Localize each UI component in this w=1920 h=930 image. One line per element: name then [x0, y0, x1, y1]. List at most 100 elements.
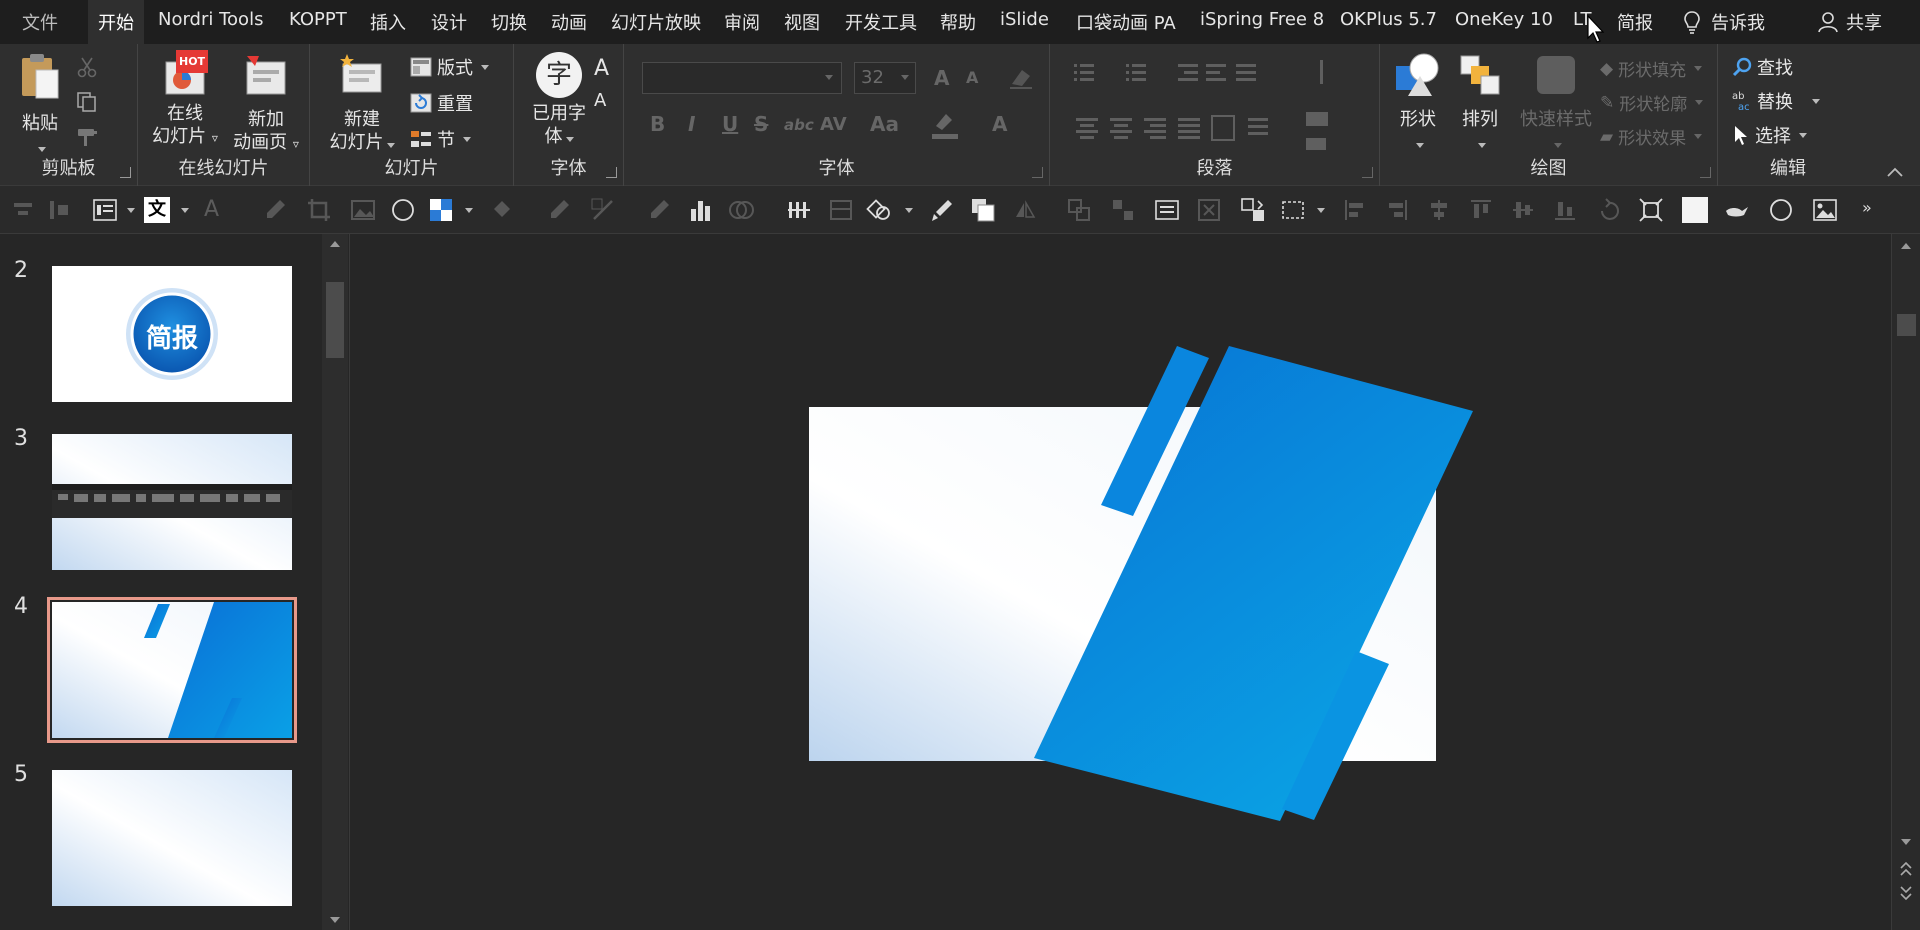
selection-pane-tool-icon[interactable]	[1280, 197, 1306, 223]
eyedropper-tool-icon[interactable]	[262, 197, 288, 223]
scroll-up-arrow-icon[interactable]	[329, 240, 341, 248]
slide-editing-canvas[interactable]	[351, 234, 1891, 930]
current-slide[interactable]	[351, 234, 1891, 930]
thumbnail-scroll-thumb[interactable]	[326, 282, 344, 358]
shape-outline-button[interactable]: ✎ 形状轮廓	[1600, 90, 1704, 115]
tab-animations[interactable]: 动画	[551, 9, 587, 35]
replace-picture-tool-icon[interactable]	[1240, 197, 1266, 223]
distribute-tool-icon[interactable]	[46, 197, 72, 223]
previous-slide-icon[interactable]	[1900, 862, 1912, 876]
flip-tool-icon[interactable]	[1012, 197, 1038, 223]
color-fill-dropdown-icon[interactable]	[465, 208, 473, 213]
canvas-scrollbar[interactable]	[1891, 234, 1920, 930]
align-middle-tool-icon[interactable]	[1510, 197, 1536, 223]
align-bottom-tool-icon[interactable]	[1552, 197, 1578, 223]
thumbnail-scrollbar[interactable]	[322, 234, 348, 930]
fit-to-slide-tool-icon[interactable]	[1638, 197, 1664, 223]
chart-tool-icon[interactable]	[688, 197, 714, 223]
white-fill-tool-icon[interactable]	[1682, 197, 1708, 223]
canvas-scroll-thumb[interactable]	[1897, 314, 1916, 336]
highlight-icon[interactable]	[930, 110, 960, 140]
tell-me-search[interactable]: 告诉我	[1683, 9, 1765, 35]
align-center-tool-icon[interactable]	[1426, 197, 1452, 223]
copy-icon[interactable]	[76, 91, 98, 113]
used-fonts-button[interactable]: 字 已用字 体	[524, 52, 594, 148]
clear-format-icon[interactable]	[1008, 66, 1034, 90]
replace-button[interactable]: ab ac 替换	[1732, 88, 1820, 114]
chinese-text-dropdown-icon[interactable]	[181, 208, 189, 213]
insert-picture-tool-icon[interactable]	[1812, 197, 1838, 223]
tab-developer[interactable]: 开发工具	[845, 9, 917, 35]
grow-font-icon[interactable]: A	[594, 56, 609, 81]
tab-file[interactable]: 文件	[22, 9, 58, 35]
shape-fill-button[interactable]: ◆ 形状填充	[1600, 56, 1703, 81]
oval-tool-icon[interactable]	[390, 197, 416, 223]
tab-view[interactable]: 视图	[784, 9, 820, 35]
slide-thumbnail-5[interactable]	[52, 770, 292, 906]
format-painter-icon[interactable]	[76, 126, 100, 148]
textbox-tool-icon[interactable]	[92, 197, 118, 223]
pen-tool-icon[interactable]	[546, 197, 572, 223]
tab-design[interactable]: 设计	[431, 9, 467, 35]
chinese-text-tool-icon[interactable]: 文	[144, 197, 170, 223]
next-slide-icon[interactable]	[1900, 886, 1912, 900]
paste-button[interactable]: 粘贴	[12, 52, 68, 158]
rotate-tool-icon[interactable]	[1596, 197, 1622, 223]
reset-button[interactable]: 重置	[410, 90, 473, 116]
group-tool-icon[interactable]	[1066, 197, 1092, 223]
change-case-icon[interactable]: Aa	[870, 112, 899, 136]
tab-islide[interactable]: iSlide	[1000, 9, 1049, 30]
shapes-button[interactable]: 形状	[1388, 52, 1448, 154]
paragraph-tools-icon[interactable]	[1066, 58, 1366, 158]
bold-icon[interactable]: B	[650, 112, 665, 136]
color-fill-tool-icon[interactable]	[428, 197, 454, 223]
tab-transitions[interactable]: 切换	[491, 9, 527, 35]
paint-bucket-tool-icon[interactable]	[490, 197, 516, 223]
slide-thumbnail-3[interactable]	[52, 434, 292, 570]
collapse-ribbon-icon[interactable]	[1886, 166, 1904, 178]
tab-koppt[interactable]: KOPPT	[289, 9, 347, 30]
circle-tool-icon[interactable]	[1768, 197, 1794, 223]
used-fonts-launcher-icon[interactable]	[606, 167, 617, 178]
canvas-scroll-up-icon[interactable]	[1900, 242, 1912, 250]
wordart-tool-icon[interactable]: A	[204, 197, 230, 223]
selection-pane-dropdown-icon[interactable]	[1317, 208, 1325, 213]
crop-tool-icon[interactable]	[306, 197, 332, 223]
shrink-font-dim-icon[interactable]: A	[966, 68, 978, 87]
tab-help[interactable]: 帮助	[940, 9, 976, 35]
tab-insert[interactable]: 插入	[370, 9, 406, 35]
italic-icon[interactable]: I	[688, 112, 695, 136]
shape-effects-button[interactable]: ▰ 形状效果	[1600, 124, 1703, 149]
quick-styles-button[interactable]: 快速样式	[1516, 52, 1596, 154]
canvas-scroll-down-icon[interactable]	[1900, 838, 1912, 846]
line-tool-icon[interactable]	[590, 197, 616, 223]
text-frame-tool-icon[interactable]	[1154, 197, 1180, 223]
shapes-tool-icon[interactable]	[866, 197, 892, 223]
select-button[interactable]: 选择	[1732, 122, 1807, 148]
cut-icon[interactable]	[76, 56, 98, 78]
tab-pocket-animation[interactable]: 口袋动画 PA	[1076, 9, 1176, 35]
align-left-tool-icon[interactable]	[1342, 197, 1368, 223]
text-shadow-icon[interactable]: abc	[784, 116, 814, 134]
align-right-tool-icon[interactable]	[1384, 197, 1410, 223]
table-tool-icon[interactable]	[828, 197, 854, 223]
shapes-tool-dropdown-icon[interactable]	[905, 208, 913, 213]
tab-jianbao[interactable]: 简报	[1617, 9, 1653, 35]
find-button[interactable]: 查找	[1732, 54, 1793, 80]
slide-thumbnail-4[interactable]	[47, 597, 297, 743]
bring-forward-tool-icon[interactable]	[970, 197, 996, 223]
shrink-font-icon[interactable]: A	[594, 90, 606, 111]
online-slide-button[interactable]: HOT 在线 幻灯片 ▿	[150, 50, 220, 150]
shape-merge-tool-icon[interactable]	[728, 197, 754, 223]
tab-okplus[interactable]: OKPlus 5.7	[1340, 9, 1437, 30]
section-button[interactable]: 节	[410, 126, 471, 152]
tab-home[interactable]: 开始	[88, 0, 144, 44]
magic-lamp-tool-icon[interactable]	[1724, 197, 1750, 223]
align-top-tool-icon[interactable]	[1468, 197, 1494, 223]
ungroup-tool-icon[interactable]	[1110, 197, 1136, 223]
new-anim-page-button[interactable]: 新加 动画页 ▿	[228, 52, 304, 156]
column-tool-icon[interactable]	[786, 197, 812, 223]
tab-review[interactable]: 审阅	[724, 9, 760, 35]
dropper-tool-icon[interactable]	[646, 197, 672, 223]
tab-nordri-tools[interactable]: Nordri Tools	[158, 9, 263, 30]
